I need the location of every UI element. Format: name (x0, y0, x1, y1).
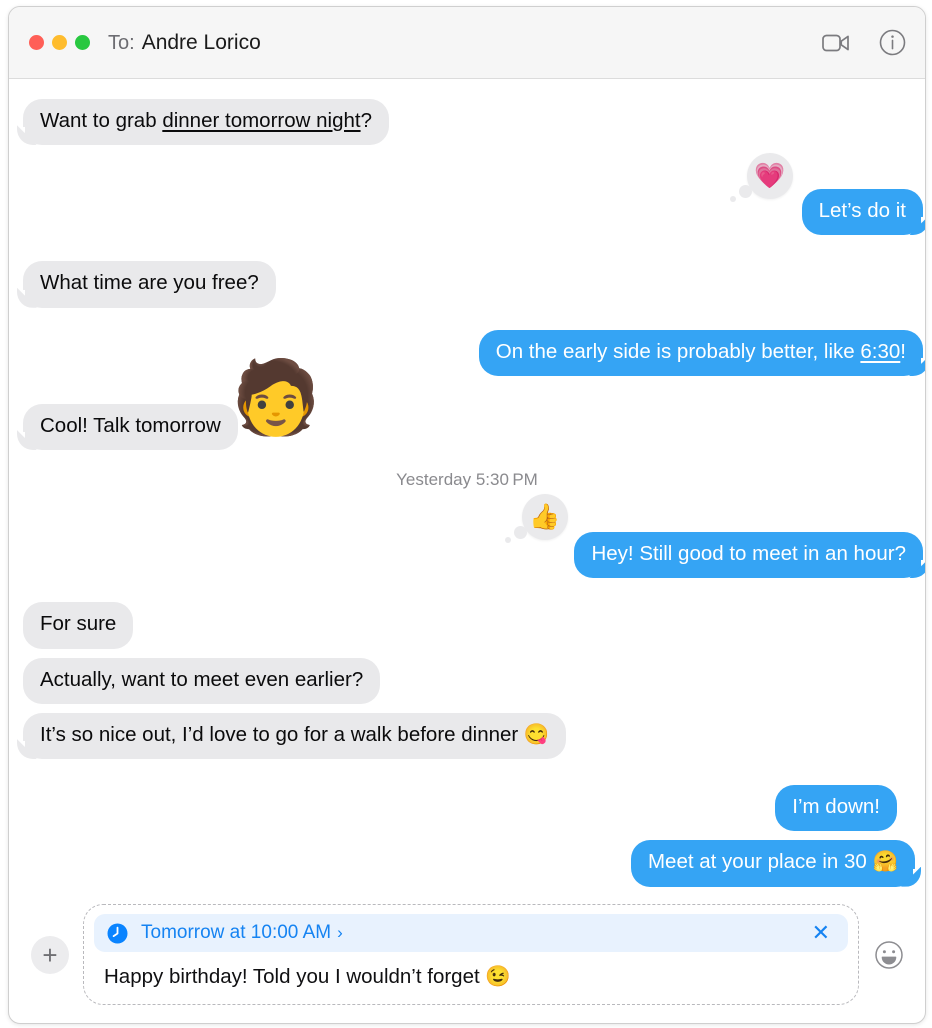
zoom-window-button[interactable] (75, 35, 90, 50)
thumbs-up-tapback[interactable]: 👍 (505, 494, 568, 544)
send-later-label[interactable]: Tomorrow at 10:00 AM › (141, 922, 343, 944)
message-text-part: ! (900, 339, 906, 363)
message-bubble-incoming[interactable]: Actually, want to meet even earlier? (23, 657, 381, 704)
clock-icon (106, 922, 128, 944)
plus-icon: + (42, 939, 58, 970)
send-later-time: Tomorrow at 10:00 AM (141, 922, 332, 943)
memoji-emoji: 🧑 (231, 357, 321, 438)
heart-tapback[interactable]: 💗 (730, 153, 793, 203)
message-row: I’m down! (9, 785, 925, 832)
message-text-part: ? (360, 109, 372, 132)
message-row: Want to grab dinner tomorrow night? (9, 99, 925, 146)
message-row: It’s so nice out, I’d love to go for a w… (9, 712, 925, 760)
message-row: Cool! Talk tomorrow 🧑 (9, 362, 925, 451)
memoji-thumbs-up-sticker[interactable]: 🧑 (231, 362, 321, 434)
message-bubble-outgoing[interactable]: On the early side is probably better, li… (478, 329, 925, 377)
timestamp-divider: Yesterday 5:30 PM (396, 470, 538, 490)
window-titlebar: To: Andre Lorico (9, 7, 925, 79)
message-bubble-outgoing[interactable]: I’m down! (775, 785, 897, 832)
message-row: On the early side is probably better, li… (9, 329, 925, 377)
close-icon[interactable]: ✕ (812, 922, 834, 944)
messages-app-screenshot: To: Andre Lorico Want to grab dinner tom… (0, 0, 932, 1028)
to-label: To: (108, 31, 135, 54)
recipient-field[interactable]: To: Andre Lorico (108, 31, 261, 55)
message-bubble-incoming[interactable]: For sure (23, 602, 134, 649)
chevron-right-icon: › (337, 923, 343, 942)
message-text-part: Want to grab (40, 109, 163, 132)
message-row: 👍 Hey! Still good to meet in an hour? (9, 494, 925, 579)
recipient-name: Andre Lorico (141, 30, 261, 54)
detected-data-link[interactable]: 6:30 (860, 340, 900, 363)
message-bubble-outgoing[interactable]: Hey! Still good to meet in an hour? (574, 532, 925, 579)
message-bubble-incoming[interactable]: Want to grab dinner tomorrow night? (11, 99, 389, 146)
messages-window: To: Andre Lorico Want to grab dinner tom… (8, 6, 926, 1024)
minimize-window-button[interactable] (52, 35, 67, 50)
composer-area: + Tomorrow at 10:00 AM › ✕ Happy birthda… (9, 894, 925, 1023)
message-row: Actually, want to meet even earlier? (9, 657, 925, 704)
compose-field-container[interactable]: Tomorrow at 10:00 AM › ✕ Happy birthday!… (83, 904, 859, 1005)
smiley-face-icon[interactable] (873, 939, 905, 971)
traffic-light-group (29, 35, 90, 50)
message-row: What time are you free? (9, 261, 925, 308)
detected-data-link[interactable]: dinner tomorrow night (162, 109, 360, 132)
add-attachment-button[interactable]: + (31, 935, 69, 974)
message-bubble-outgoing[interactable]: Meet at your place in 30 🤗 (630, 840, 925, 887)
tapback-emoji: 👍 (529, 502, 561, 531)
message-transcript[interactable]: Want to grab dinner tomorrow night? 💗 Le… (9, 79, 925, 894)
message-bubble-outgoing[interactable]: Let’s do it (801, 189, 925, 236)
message-text-part: On the early side is probably better, li… (495, 339, 861, 363)
message-bubble-incoming[interactable]: Cool! Talk tomorrow (11, 403, 238, 451)
video-camera-icon[interactable] (821, 28, 851, 58)
message-row: Meet at your place in 30 🤗 (9, 840, 925, 887)
info-circle-icon[interactable] (877, 28, 907, 58)
delivery-status: Delivered (9, 887, 925, 894)
message-bubble-incoming[interactable]: What time are you free? (11, 261, 276, 308)
titlebar-actions (821, 28, 907, 58)
send-later-banner[interactable]: Tomorrow at 10:00 AM › ✕ (94, 914, 848, 952)
message-row: 💗 Let’s do it (9, 153, 925, 236)
message-input[interactable]: Happy birthday! Told you I wouldn’t forg… (94, 952, 848, 997)
message-row: For sure (9, 602, 925, 649)
tapback-emoji: 💗 (754, 161, 786, 190)
message-bubble-incoming[interactable]: It’s so nice out, I’d love to go for a w… (10, 712, 567, 760)
close-window-button[interactable] (29, 35, 44, 50)
